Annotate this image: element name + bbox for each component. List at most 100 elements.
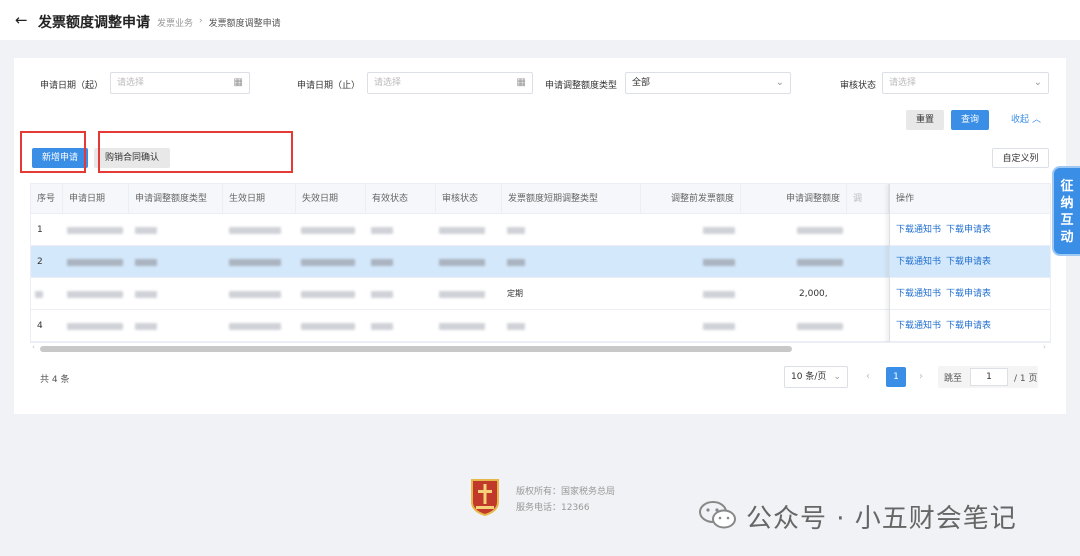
chevron-down-icon: ⌄ (775, 77, 784, 88)
redacted-cell (797, 259, 843, 266)
breadcrumb-item-invoice-business[interactable]: 发票业务 (157, 16, 193, 29)
redacted-cell (703, 291, 735, 298)
redacted-cell (135, 259, 157, 266)
collapse-button[interactable]: 收起 ︿ (1006, 110, 1046, 130)
end-date-label: 申请日期（止） (297, 81, 361, 91)
tax-bureau-emblem-icon (471, 479, 499, 516)
redacted-cell (301, 291, 355, 298)
chevron-down-icon: ⌄ (1033, 77, 1042, 88)
col-header: 调 (847, 184, 889, 214)
download-notice-link[interactable]: 下载通知书 (896, 310, 941, 342)
redacted-cell (301, 323, 355, 330)
redacted-cell (229, 259, 281, 266)
redacted-cell (371, 259, 393, 266)
operation-cell: 下载通知书 下载申请表 (890, 310, 1050, 342)
arrow-left-icon[interactable]: ← (15, 11, 28, 29)
download-form-link[interactable]: 下载申请表 (946, 246, 991, 278)
col-header: 序号 (31, 184, 63, 214)
highlight-box-new (20, 131, 86, 173)
review-status-label: 审核状态 (840, 81, 877, 91)
col-header: 发票额度短期调整类型 (502, 184, 641, 214)
redacted-cell (439, 227, 485, 234)
col-header: 操作 (896, 194, 915, 204)
calendar-icon: ▦ (516, 77, 526, 88)
horizontal-scrollbar[interactable] (40, 346, 792, 352)
redacted-cell (439, 323, 485, 330)
redacted-cell (229, 323, 281, 330)
col-header: 审核状态 (436, 184, 502, 214)
redacted-cell (229, 291, 281, 298)
query-button[interactable]: 查询 (951, 110, 989, 130)
redacted-cell (229, 227, 281, 234)
row-index: 2 (37, 257, 43, 267)
redacted-cell (797, 227, 843, 234)
redacted-cell (301, 259, 355, 266)
scroll-left-icon[interactable]: ‹ (32, 343, 35, 351)
col-header: 申请调整额度类型 (129, 184, 223, 214)
footer-info: 版权所有：国家税务总局 服务电话：12366 (516, 484, 615, 516)
page-size-value: 10 条/页 (791, 372, 827, 382)
reset-button[interactable]: 重置 (906, 110, 944, 130)
page-size-select[interactable]: 10 条/页 ⌄ (784, 366, 848, 388)
redacted-cell (507, 323, 525, 330)
review-status-placeholder: 请选择 (889, 78, 917, 88)
row-index: 4 (37, 321, 43, 331)
download-notice-link[interactable]: 下载通知书 (896, 278, 941, 310)
col-header: 申请日期 (63, 184, 129, 214)
jump-input[interactable]: 1 (970, 368, 1008, 386)
calendar-icon: ▦ (233, 77, 243, 88)
application-table: 序号 申请日期 申请调整额度类型 生效日期 失效日期 有效状态 审核状态 发票额… (30, 183, 1051, 343)
col-header: 有效状态 (366, 184, 436, 214)
footer-copyright: 版权所有：国家税务总局 (516, 487, 616, 497)
redacted-cell (439, 259, 485, 266)
side-tab-char: 互 (1060, 213, 1074, 228)
operation-header-cell: 操作 (890, 184, 1050, 214)
redacted-cell (507, 259, 525, 266)
redacted-cell (703, 323, 735, 330)
redacted-cell (371, 323, 393, 330)
side-tab-char: 征 (1060, 179, 1074, 194)
operation-cell: 下载通知书 下载申请表 (890, 214, 1050, 246)
redacted-cell (67, 291, 123, 298)
prev-page-icon[interactable]: ‹ (866, 371, 870, 382)
footer-phone: 服务电话：12366 (516, 503, 590, 513)
col-header: 失效日期 (296, 184, 366, 214)
jump-label: 跳至 (944, 374, 963, 384)
redacted-cell (703, 259, 735, 266)
col-header: 申请调整额度 (741, 184, 847, 214)
redacted-cell (371, 291, 393, 298)
watermark-text: 公众号 · 小五财会笔记 (746, 504, 1017, 534)
redacted-cell (67, 259, 123, 266)
next-page-icon[interactable]: › (919, 371, 923, 382)
row-index: 1 (37, 225, 43, 235)
custom-columns-button[interactable]: 自定义列 (992, 148, 1049, 168)
page-number-current[interactable]: 1 (886, 367, 906, 387)
redacted-cell (135, 323, 157, 330)
adjust-amount: 2,000, (799, 289, 828, 299)
operation-cell: 下载通知书 下载申请表 (890, 246, 1050, 278)
start-date-placeholder: 请选择 (117, 78, 145, 88)
col-header: 调整前发票额度 (641, 184, 741, 214)
download-form-link[interactable]: 下载申请表 (946, 278, 991, 310)
highlight-box-confirm (98, 131, 293, 173)
download-notice-link[interactable]: 下载通知书 (896, 246, 941, 278)
adjust-type-select[interactable]: 全部 ⌄ (625, 72, 791, 94)
start-date-field[interactable]: 请选择 ▦ (110, 72, 250, 94)
breadcrumb-item-current: 发票额度调整申请 (208, 19, 281, 29)
chevron-down-icon: ⌄ (833, 372, 841, 382)
breadcrumb-separator: › (199, 16, 203, 26)
download-form-link[interactable]: 下载申请表 (946, 214, 991, 246)
side-tab-char: 纳 (1060, 196, 1074, 211)
download-notice-link[interactable]: 下载通知书 (896, 214, 941, 246)
redacted-cell (703, 227, 735, 234)
end-date-field[interactable]: 请选择 ▦ (367, 72, 533, 94)
page-jump: 跳至 1 / 1 页 (938, 366, 1038, 388)
review-status-select[interactable]: 请选择 ⌄ (882, 72, 1049, 94)
redacted-cell (67, 227, 123, 234)
adjust-type-value: 全部 (632, 78, 651, 88)
download-form-link[interactable]: 下载申请表 (946, 310, 991, 342)
scroll-right-icon[interactable]: › (1043, 343, 1046, 351)
redacted-cell (135, 291, 157, 298)
taxpayer-interaction-tab[interactable]: 征 纳 互 动 (1054, 168, 1080, 254)
redacted-cell (371, 227, 393, 234)
